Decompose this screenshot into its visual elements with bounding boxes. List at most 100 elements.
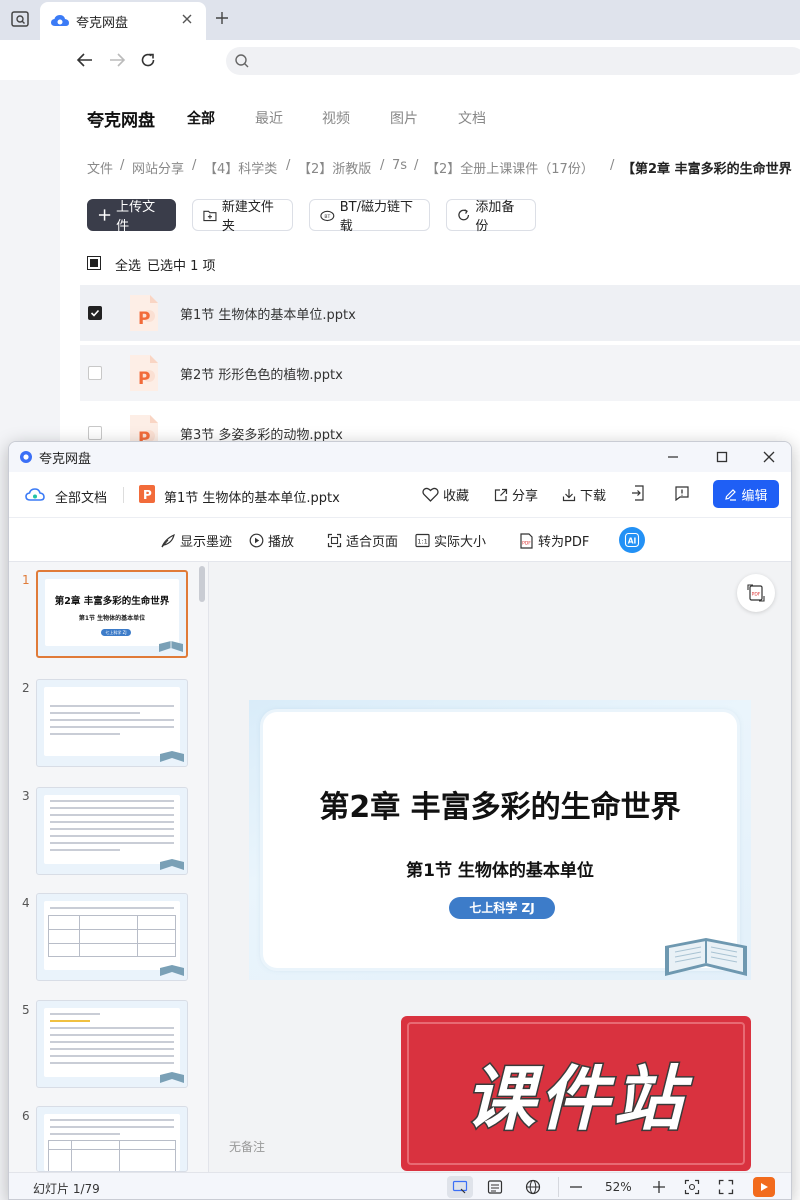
slide-thumbnail[interactable] (36, 679, 188, 767)
svg-text:AI: AI (628, 537, 637, 546)
add-backup-button[interactable]: 添加备份 (446, 199, 536, 234)
row-checkbox[interactable] (88, 366, 102, 380)
breadcrumb-item[interactable]: 文件 (87, 158, 113, 177)
select-all-label[interactable]: 全选 (115, 255, 141, 274)
zoom-in-icon[interactable] (651, 1179, 667, 1195)
zoom-out-icon[interactable] (568, 1179, 584, 1195)
upload-button[interactable]: 上传文件 (87, 199, 176, 234)
fit-screen-icon[interactable] (684, 1179, 700, 1195)
thumbnail-scrollbar[interactable] (199, 566, 205, 602)
report-icon[interactable] (674, 485, 694, 501)
file-row[interactable]: P 第2节 形形色色的植物.pptx (80, 345, 800, 401)
slide-thumbnail[interactable] (36, 1106, 188, 1172)
ppt-file-icon: P (128, 294, 160, 332)
favorite-button[interactable]: 收藏 (422, 485, 469, 504)
row-checkbox[interactable] (88, 426, 102, 440)
notes-toggle-icon[interactable] (487, 1179, 503, 1195)
share-button[interactable]: 分享 (494, 485, 538, 504)
ai-assistant-button[interactable]: AI (619, 527, 645, 553)
close-tab-icon[interactable] (180, 12, 194, 26)
breadcrumb-item[interactable]: 【4】科学类 (204, 158, 277, 177)
book-icon (160, 1072, 184, 1083)
watermark-logo: 课件站 (401, 1016, 751, 1171)
slide-subtitle: 第1节 生物体的基本单位 (406, 861, 594, 881)
play-button[interactable]: 播放 (249, 531, 294, 550)
select-all-checkbox[interactable] (87, 256, 101, 270)
language-globe-icon[interactable] (525, 1179, 541, 1195)
file-name[interactable]: 第1节 生物体的基本单位.pptx (180, 304, 356, 323)
indeterminate-mark (90, 259, 98, 267)
tab-search-icon[interactable] (10, 9, 30, 29)
row-checkbox-checked[interactable] (88, 306, 102, 320)
maximize-icon[interactable] (715, 450, 729, 464)
svg-text:P: P (138, 309, 150, 329)
play-icon (761, 1183, 768, 1191)
share-label: 分享 (512, 489, 539, 504)
breadcrumb-sep: / (380, 158, 385, 173)
slide-thumbnail[interactable] (36, 1000, 188, 1088)
address-bar[interactable] (226, 47, 800, 75)
zoom-level[interactable]: 52% (605, 1180, 632, 1194)
svg-text:1:1: 1:1 (417, 538, 427, 546)
new-folder-button[interactable]: 新建文件夹 (192, 199, 293, 234)
slide-thumbnail[interactable] (36, 893, 188, 981)
to-pdf-button[interactable]: PDF 转为PDF (519, 531, 589, 550)
to-pdf-label: 转为PDF (538, 535, 590, 550)
fullscreen-icon[interactable] (718, 1179, 734, 1195)
actual-size-button[interactable]: 1:1 实际大小 (415, 531, 486, 550)
file-row[interactable]: P 第1节 生物体的基本单位.pptx (80, 285, 800, 341)
file-name[interactable]: 第3节 多姿多彩的动物.pptx (180, 424, 343, 443)
tab-video[interactable]: 视频 (322, 108, 350, 128)
breadcrumb-item[interactable]: 网站分享 (132, 158, 184, 177)
book-icon (159, 641, 183, 652)
fit-page-label: 适合页面 (346, 535, 399, 550)
back-arrow-icon[interactable] (76, 52, 94, 68)
browser-tab-active[interactable]: 夸克网盘 (40, 2, 206, 40)
thumb-number: 1 (22, 573, 30, 587)
save-to-drive-icon[interactable] (631, 485, 649, 501)
refresh-icon (458, 209, 470, 221)
show-ink-button[interactable]: 显示墨迹 (160, 531, 232, 550)
tab-docs[interactable]: 文档 (458, 108, 486, 128)
book-icon (160, 859, 184, 870)
feather-icon (161, 533, 175, 547)
add-backup-label: 添加备份 (475, 200, 515, 234)
thumb-number: 4 (22, 896, 30, 910)
minimize-icon[interactable] (666, 450, 680, 464)
view-toolbar: 显示墨迹 播放 适合页面 1:1 实际大小 PDF 转为PDF AI (9, 518, 791, 562)
all-docs-link[interactable]: 全部文档 (55, 487, 107, 506)
svg-text:PDF: PDF (752, 592, 761, 598)
tab-all[interactable]: 全部 (187, 108, 215, 128)
slide-counter: 幻灯片 1/79 (33, 1182, 100, 1196)
forward-arrow-icon[interactable] (108, 52, 126, 68)
download-button[interactable]: 下载 (562, 485, 606, 504)
reload-icon[interactable] (139, 51, 157, 69)
bt-download-button[interactable]: BT BT/磁力链下载 (309, 199, 430, 234)
convert-pdf-float-button[interactable]: PDF (737, 574, 775, 612)
drive-logo[interactable]: 夸克网盘 (87, 106, 155, 131)
breadcrumb-item[interactable]: 【2】浙教版 (298, 158, 371, 177)
edit-button[interactable]: 编辑 (713, 480, 779, 508)
fit-page-button[interactable]: 适合页面 (327, 531, 398, 550)
slide-title: 第2章 丰富多彩的生命世界 (319, 790, 681, 825)
file-name[interactable]: 第2节 形形色色的植物.pptx (180, 364, 343, 383)
divider (558, 1177, 559, 1197)
tab-images[interactable]: 图片 (390, 108, 418, 128)
tab-title: 夸克网盘 (76, 15, 129, 31)
actual-size-icon: 1:1 (415, 533, 430, 548)
thumb-table (48, 1140, 176, 1171)
browser-nav-bar (0, 40, 800, 80)
tab-recent[interactable]: 最近 (255, 108, 283, 128)
notes-placeholder[interactable]: 无备注 (229, 1138, 265, 1155)
breadcrumb-item[interactable]: 【2】全册上课课件（17份） (426, 158, 594, 177)
thumbnail-view-toggle[interactable] (447, 1176, 473, 1198)
slide-thumbnail-active[interactable]: 第2章 丰富多彩的生命世界 第1节 生物体的基本单位 七上科学 ZJ (36, 570, 188, 658)
breadcrumb-item[interactable]: 7s (392, 158, 407, 173)
slideshow-play-button[interactable] (753, 1177, 775, 1197)
thumb-tag: 七上科学 ZJ (101, 629, 131, 636)
slide-thumbnail[interactable] (36, 787, 188, 875)
new-tab-icon[interactable] (214, 10, 230, 26)
status-bar: 幻灯片 1/79 52% (9, 1172, 791, 1199)
download-icon (562, 488, 576, 501)
close-window-icon[interactable] (762, 450, 776, 464)
